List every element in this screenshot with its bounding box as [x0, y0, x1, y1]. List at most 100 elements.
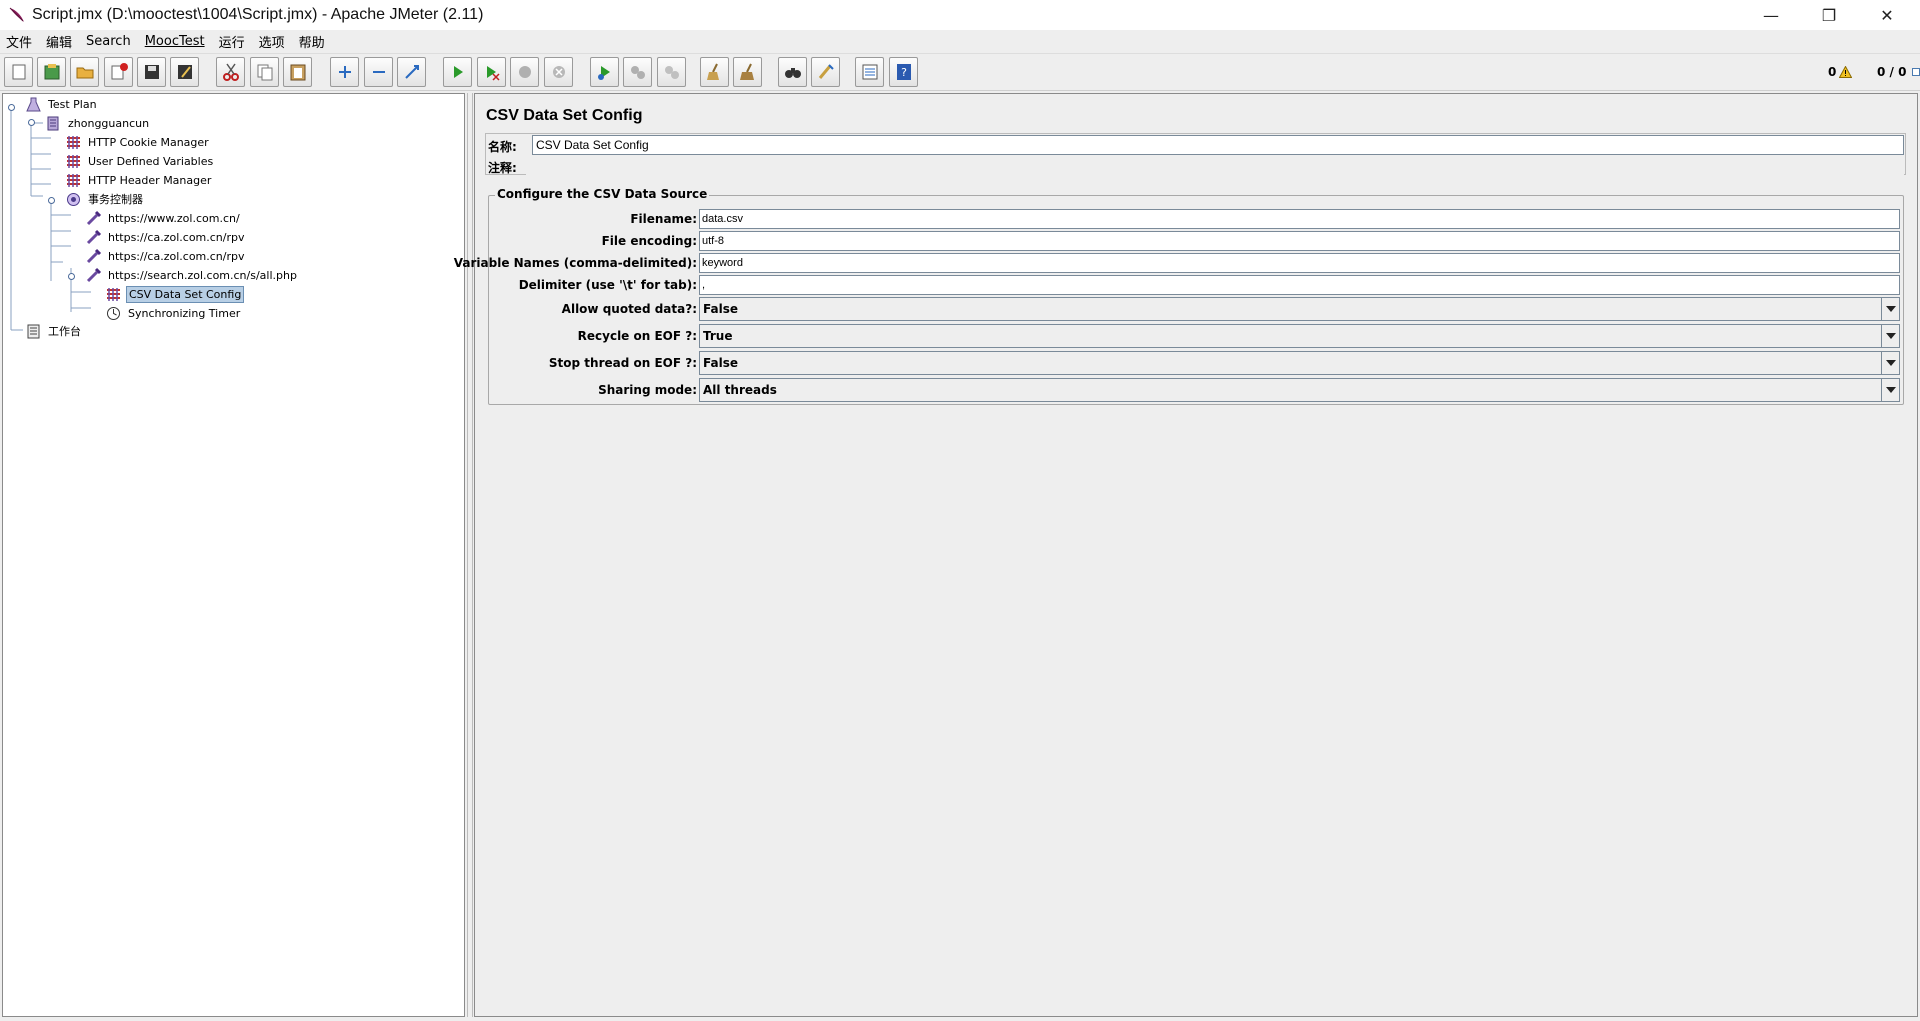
panel-splitter[interactable] — [467, 93, 473, 1017]
scissors-icon — [222, 63, 239, 81]
tree-node-user-defined-variables[interactable]: User Defined Variables — [65, 152, 215, 170]
collapse-all-button[interactable] — [364, 57, 393, 87]
tree-node-synchronizing-timer[interactable]: Synchronizing Timer — [105, 304, 242, 322]
remote-start-button[interactable] — [590, 57, 619, 87]
stop-icon — [518, 66, 531, 78]
menu-edit[interactable]: 编辑 — [46, 32, 72, 51]
close-plan-button[interactable] — [104, 57, 133, 87]
name-label: 名称: — [488, 140, 517, 154]
tree-toggle-test-plan[interactable] — [7, 103, 16, 112]
delimiter-label: Delimiter (use '\t' for tab): — [518, 278, 697, 292]
tree-node-transaction-controller[interactable]: 事务控制器 — [65, 190, 145, 208]
allow-quoted-select[interactable]: False — [699, 297, 1900, 321]
menu-mooctest[interactable]: MoocTest — [145, 34, 205, 49]
menu-run[interactable]: 运行 — [219, 32, 245, 51]
list-icon — [862, 64, 877, 80]
cut-button[interactable] — [216, 57, 245, 87]
close-button[interactable]: ✕ — [1858, 0, 1916, 30]
menu-help[interactable]: 帮助 — [299, 32, 325, 51]
test-plan-tree[interactable]: Test Plan zhongguancun HTTP Cookie Manag… — [2, 93, 465, 1017]
tree-toggle-thread-group[interactable] — [27, 118, 36, 127]
tree-node-sampler-search[interactable]: https://search.zol.com.cn/s/all.php — [85, 266, 299, 284]
warning-icon[interactable] — [1839, 66, 1852, 78]
clear-button[interactable] — [700, 57, 729, 87]
config-element-icon — [107, 287, 120, 301]
maximize-button[interactable]: ❐ — [1800, 0, 1858, 30]
http-sampler-pipette-icon — [86, 210, 102, 225]
tree-node-csv-data-set-config[interactable]: CSV Data Set Config — [105, 285, 245, 303]
paste-icon — [290, 64, 305, 81]
minimize-button[interactable]: — — [1742, 0, 1800, 30]
remote-start-icon — [597, 66, 610, 80]
help-button[interactable]: ? — [889, 57, 918, 87]
close-document-icon — [111, 63, 128, 80]
start-no-pauses-button[interactable] — [477, 57, 506, 87]
broom-icon — [706, 63, 719, 80]
recycle-eof-select[interactable]: True — [699, 324, 1900, 348]
start-button[interactable] — [443, 57, 472, 87]
filename-label: Filename: — [630, 212, 697, 226]
remote-stop-button[interactable] — [623, 57, 652, 87]
stop-thread-eof-select[interactable]: False — [699, 351, 1900, 375]
sharing-mode-select[interactable]: All threads — [699, 378, 1900, 402]
name-input[interactable]: CSV Data Set Config — [532, 135, 1904, 155]
paste-button[interactable] — [283, 57, 312, 87]
clock-icon — [107, 306, 120, 320]
menu-search[interactable]: Search — [86, 34, 131, 49]
copy-button[interactable] — [250, 57, 279, 87]
thread-group-icon — [47, 116, 59, 130]
file-encoding-input[interactable]: utf-8 — [699, 231, 1900, 251]
menu-file[interactable]: 文件 — [6, 32, 32, 51]
templates-button[interactable] — [37, 57, 66, 87]
tree-node-cookie-manager[interactable]: HTTP Cookie Manager — [65, 133, 211, 151]
remote-shutdown-icon — [664, 66, 679, 79]
tree-toggle-search-sampler[interactable] — [67, 272, 76, 281]
clear-all-button[interactable] — [733, 57, 762, 87]
save-icon — [144, 65, 159, 79]
open-button[interactable] — [70, 57, 99, 87]
tree-toggle-transaction[interactable] — [47, 196, 56, 205]
comment-label: 注释: — [488, 161, 517, 175]
tree-node-sampler-ca-rpv-1[interactable]: https://ca.zol.com.cn/rpv — [85, 228, 247, 246]
stop-button[interactable] — [510, 57, 539, 87]
save-as-button[interactable] — [170, 57, 199, 87]
save-button[interactable] — [137, 57, 166, 87]
sharing-mode-label: Sharing mode: — [598, 383, 697, 397]
save-as-icon — [177, 65, 192, 79]
new-button[interactable] — [4, 57, 33, 87]
tree-node-sampler-zol-home[interactable]: https://www.zol.com.cn/ — [85, 209, 242, 227]
http-sampler-pipette-icon — [86, 248, 102, 263]
expand-all-button[interactable] — [330, 57, 359, 87]
chevron-down-icon[interactable] — [1881, 379, 1899, 401]
transaction-controller-icon — [67, 192, 80, 206]
shutdown-icon — [552, 66, 565, 78]
comment-input[interactable] — [526, 156, 1904, 176]
name-comment-box: 名称: CSV Data Set Config 注释: — [485, 133, 1906, 176]
tree-node-test-plan[interactable]: Test Plan — [25, 95, 99, 113]
chevron-down-icon[interactable] — [1881, 298, 1899, 320]
chevron-down-icon[interactable] — [1881, 352, 1899, 374]
shutdown-button[interactable] — [544, 57, 573, 87]
search-button[interactable] — [778, 57, 807, 87]
window-title: Script.jmx (D:\mooctest\1004\Script.jmx)… — [32, 6, 484, 23]
remote-stop-icon — [630, 66, 645, 79]
running-indicator — [1912, 68, 1920, 76]
toggle-button[interactable] — [397, 57, 426, 87]
new-file-icon — [12, 64, 25, 80]
remote-shutdown-button[interactable] — [657, 57, 686, 87]
menu-options[interactable]: 选项 — [259, 32, 285, 51]
workbench-icon — [27, 324, 40, 338]
chevron-down-icon[interactable] — [1881, 325, 1899, 347]
function-helper-button[interactable] — [855, 57, 884, 87]
tree-node-workbench[interactable]: 工作台 — [25, 322, 83, 340]
title-bar: Script.jmx (D:\mooctest\1004\Script.jmx)… — [0, 0, 1920, 30]
tree-node-thread-group[interactable]: zhongguancun — [45, 114, 151, 132]
filename-input[interactable]: data.csv — [699, 209, 1900, 229]
plus-icon — [338, 66, 351, 78]
minus-icon — [372, 71, 385, 73]
tree-node-header-manager[interactable]: HTTP Header Manager — [65, 171, 213, 189]
tree-node-sampler-ca-rpv-2[interactable]: https://ca.zol.com.cn/rpv — [85, 247, 247, 265]
reset-search-button[interactable] — [811, 57, 840, 87]
delimiter-input[interactable]: , — [699, 275, 1900, 295]
variable-names-input[interactable]: keyword — [699, 253, 1900, 273]
